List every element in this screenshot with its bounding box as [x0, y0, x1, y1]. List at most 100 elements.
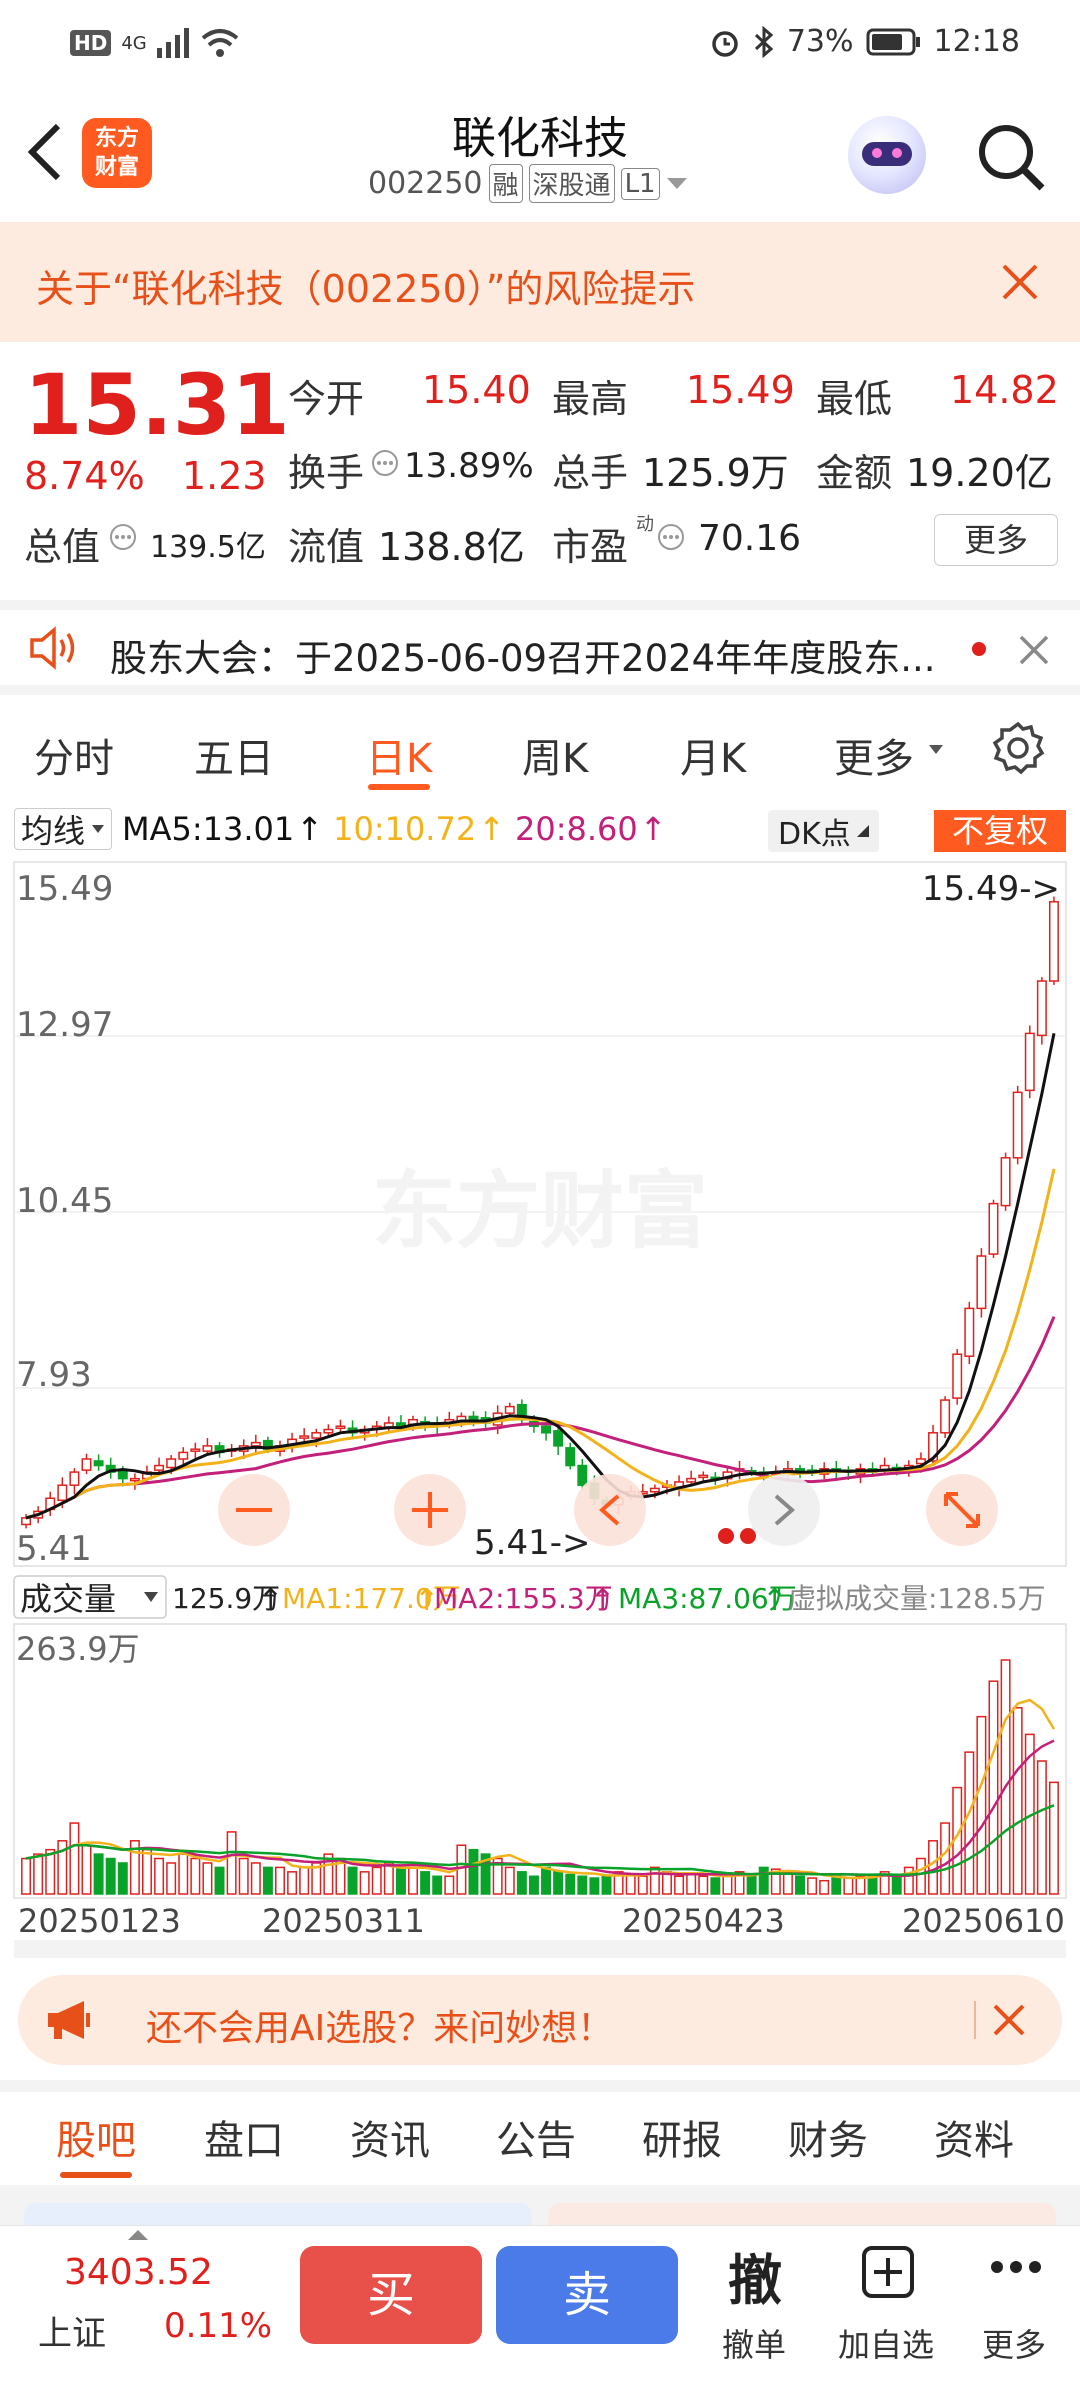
stock-header: 东方 财富 联化科技 002250 融 深股通 L1: [0, 90, 1080, 220]
stock-code-row[interactable]: 002250 融 深股通 L1: [368, 164, 688, 203]
volume-selector-label: 成交量: [20, 1580, 116, 1618]
volume-bar: [178, 1853, 189, 1895]
search-icon[interactable]: [976, 122, 1046, 192]
next-button[interactable]: [748, 1474, 820, 1546]
stock-code: 002250: [368, 166, 483, 201]
more-icon[interactable]: [990, 2260, 1042, 2274]
notice-bar[interactable]: 股东大会：于2025-06-09召开2024年年度股东...: [0, 600, 1080, 695]
more-label[interactable]: 更多: [982, 2320, 1046, 2366]
candle-body: [178, 1451, 189, 1460]
kline-svg[interactable]: 东方财富 15.49 12.97 10.45 7.93 5.41 15.49->…: [0, 860, 1080, 1960]
connect-badge: 深股通: [528, 164, 615, 203]
page-dots: [718, 1528, 756, 1544]
candle-body: [1036, 980, 1047, 1037]
triangle-up-icon: [128, 2230, 148, 2240]
signal-icon: [156, 28, 189, 58]
index-value[interactable]: 3403.52: [64, 2252, 213, 2293]
network-badge: 4G: [121, 32, 147, 54]
tab-profile[interactable]: 资料: [934, 2108, 1014, 2166]
volume-bar: [275, 1866, 285, 1895]
close-icon[interactable]: [1018, 634, 1050, 666]
zoom-out-button[interactable]: [218, 1474, 290, 1546]
tab-order-book[interactable]: 盘口: [204, 2108, 284, 2166]
candle-body: [202, 1445, 213, 1452]
tab-announcements[interactable]: 公告: [496, 2108, 576, 2166]
level-badge: L1: [620, 167, 660, 200]
tab-forum[interactable]: 股吧: [56, 2108, 136, 2166]
volume-bar: [516, 1871, 527, 1895]
fullscreen-button[interactable]: [926, 1474, 998, 1546]
volume-bar: [347, 1866, 358, 1895]
volume-bar: [746, 1873, 757, 1895]
ma-lines-group: [25, 1033, 1056, 1520]
tab-news[interactable]: 资讯: [350, 2108, 430, 2166]
open-value: 15.40: [422, 368, 531, 412]
active-tab-indicator: [60, 2172, 132, 2178]
volume-bar: [250, 1862, 261, 1895]
candle-body: [57, 1484, 68, 1501]
sell-button[interactable]: 卖: [496, 2246, 678, 2344]
chevron-down-icon: [144, 1592, 158, 1602]
candle-body: [468, 1415, 479, 1421]
tab-financials[interactable]: 财务: [788, 2108, 868, 2166]
arrow-up-icon: ↑: [590, 1583, 615, 1618]
dk-button[interactable]: DK点: [768, 810, 879, 852]
info-icon[interactable]: [108, 522, 138, 552]
ma-selector[interactable]: 均线: [14, 808, 113, 850]
candle-body: [1000, 1157, 1011, 1207]
volume-bar: [1048, 1781, 1059, 1895]
close-icon[interactable]: [992, 2003, 1026, 2037]
ma-selector-label: 均线: [21, 812, 86, 850]
tab-daily-k[interactable]: 日K: [366, 726, 432, 784]
volume-bar: [383, 1862, 394, 1895]
info-icon[interactable]: [370, 448, 400, 478]
volume-bar: [141, 1848, 152, 1895]
cancel-order-label[interactable]: 撤单: [722, 2320, 786, 2366]
tab-monthly-k[interactable]: 月K: [680, 726, 746, 784]
price-axis-label: 10.45: [16, 1181, 113, 1221]
tab-research[interactable]: 研报: [642, 2108, 722, 2166]
price-axis-label: 12.97: [16, 1005, 113, 1045]
volume-bar: [238, 1857, 249, 1895]
amount-label: 金额: [816, 451, 893, 495]
mktcap-value: 139.5亿: [150, 530, 266, 565]
pe-superscript: 动: [636, 514, 654, 535]
add-watchlist-label[interactable]: 加自选: [838, 2320, 934, 2366]
tab-five-day[interactable]: 五日: [194, 726, 274, 784]
price-axis-label: 7.93: [16, 1355, 92, 1395]
volume-bar: [21, 1857, 32, 1895]
arrow-up-icon: ↑: [639, 810, 667, 848]
adjust-button[interactable]: 不复权: [934, 810, 1066, 852]
info-icon[interactable]: [656, 522, 686, 552]
speaker-icon: [30, 626, 75, 670]
volume-bar: [226, 1831, 237, 1895]
candle-body: [577, 1464, 588, 1486]
close-icon[interactable]: [1000, 262, 1040, 302]
risk-banner[interactable]: 关于“联化科技（002250）”的风险提示: [0, 222, 1080, 342]
notice-text: 股东大会：于2025-06-09召开2024年年度股东...: [110, 637, 936, 680]
candle-body: [686, 1477, 697, 1483]
volume-bar: [166, 1862, 177, 1895]
tab-intraday[interactable]: 分时: [34, 726, 114, 784]
buy-button[interactable]: 买: [300, 2246, 482, 2344]
candle-body: [335, 1425, 346, 1429]
tab-more[interactable]: 更多: [834, 726, 914, 784]
candle-body: [323, 1428, 334, 1434]
megaphone-icon: [48, 2001, 90, 2039]
bottom-action-bar: 3403.52 上证 0.11% 买 卖 撤 撤单 加自选 更多: [0, 2225, 1080, 2400]
volume-bar: [395, 1868, 406, 1895]
price-axis-label: 5.41: [16, 1529, 92, 1569]
tab-weekly-k[interactable]: 周K: [522, 726, 588, 784]
ai-robot-icon[interactable]: [848, 116, 926, 194]
ai-banner[interactable]: 还不会用AI选股？来问妙想！: [18, 1975, 1062, 2065]
volume-bar: [988, 1680, 999, 1895]
date-label: 20250423: [622, 1902, 785, 1940]
candle-body: [69, 1471, 80, 1486]
kline-chart[interactable]: 均线 MA5:13.01 ↑ 10:10.72 ↑ 20:8.60 ↑ DK点 不复权…: [0, 800, 1080, 1960]
add-watchlist-icon[interactable]: [860, 2244, 916, 2300]
prev-button[interactable]: [574, 1474, 646, 1546]
more-quote-button[interactable]: 更多: [934, 514, 1058, 566]
gear-icon[interactable]: [990, 720, 1046, 776]
zoom-in-button[interactable]: [394, 1474, 466, 1546]
cancel-order-icon[interactable]: 撤: [728, 2236, 782, 2315]
